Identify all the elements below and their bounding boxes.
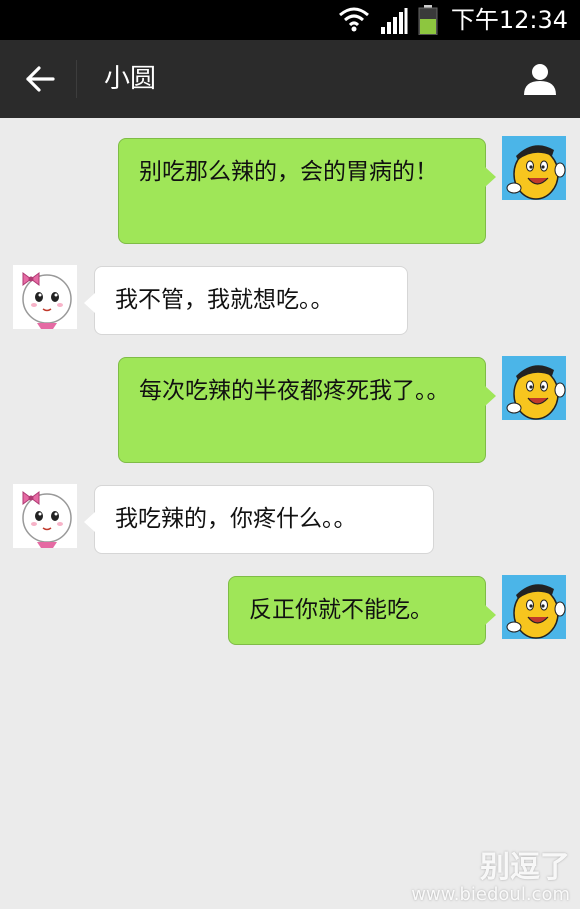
message-text: 每次吃辣的半夜都疼死我了。。 xyxy=(139,378,450,404)
status-time: 下午12:34 xyxy=(450,6,568,34)
message-text: 反正你就不能吃。 xyxy=(249,597,433,623)
person-icon xyxy=(524,64,556,95)
message-bubble-outgoing[interactable]: 反正你就不能吃。 xyxy=(228,576,496,645)
message-text: 我不管，我就想吃。。 xyxy=(115,287,334,313)
message-bubble-incoming[interactable]: 我吃辣的，你疼什么。。 xyxy=(84,485,434,554)
message-bubble-outgoing[interactable]: 别吃那么辣的，会的胃病的！ xyxy=(118,138,496,244)
title-divider xyxy=(76,60,77,98)
watermark-url: www.biedoul.com xyxy=(411,884,570,905)
wifi-icon xyxy=(339,7,369,32)
cartoon-girl-avatar[interactable] xyxy=(13,265,77,329)
chat-title: 小圆 xyxy=(104,64,157,94)
chat-area: 别吃那么辣的，会的胃病的！ 我不管，我就想吃。。 每次吃辣的半夜都疼死我了。。 … xyxy=(0,118,580,909)
watermark-brand: 别逗了 xyxy=(480,850,570,885)
message-text: 别吃那么辣的，会的胃病的！ xyxy=(139,159,438,185)
message-bubble-outgoing[interactable]: 每次吃辣的半夜都疼死我了。。 xyxy=(118,357,496,463)
profile-button[interactable] xyxy=(520,58,560,100)
cartoon-girl-avatar[interactable] xyxy=(13,484,77,548)
yellow-bean-avatar[interactable] xyxy=(502,575,566,639)
yellow-bean-avatar[interactable] xyxy=(502,136,566,200)
arrow-left-icon xyxy=(26,66,55,92)
yellow-bean-avatar[interactable] xyxy=(502,356,566,420)
message-bubble-incoming[interactable]: 我不管，我就想吃。。 xyxy=(84,266,408,335)
watermark: 别逗了 www.biedoul.com xyxy=(411,851,570,905)
message-text: 我吃辣的，你疼什么。。 xyxy=(115,506,357,532)
signal-icon xyxy=(381,8,408,34)
title-bar: 小圆 xyxy=(0,40,580,118)
status-bar: 下午12:34 xyxy=(0,0,580,40)
back-button[interactable] xyxy=(18,56,62,102)
battery-icon xyxy=(418,5,438,35)
